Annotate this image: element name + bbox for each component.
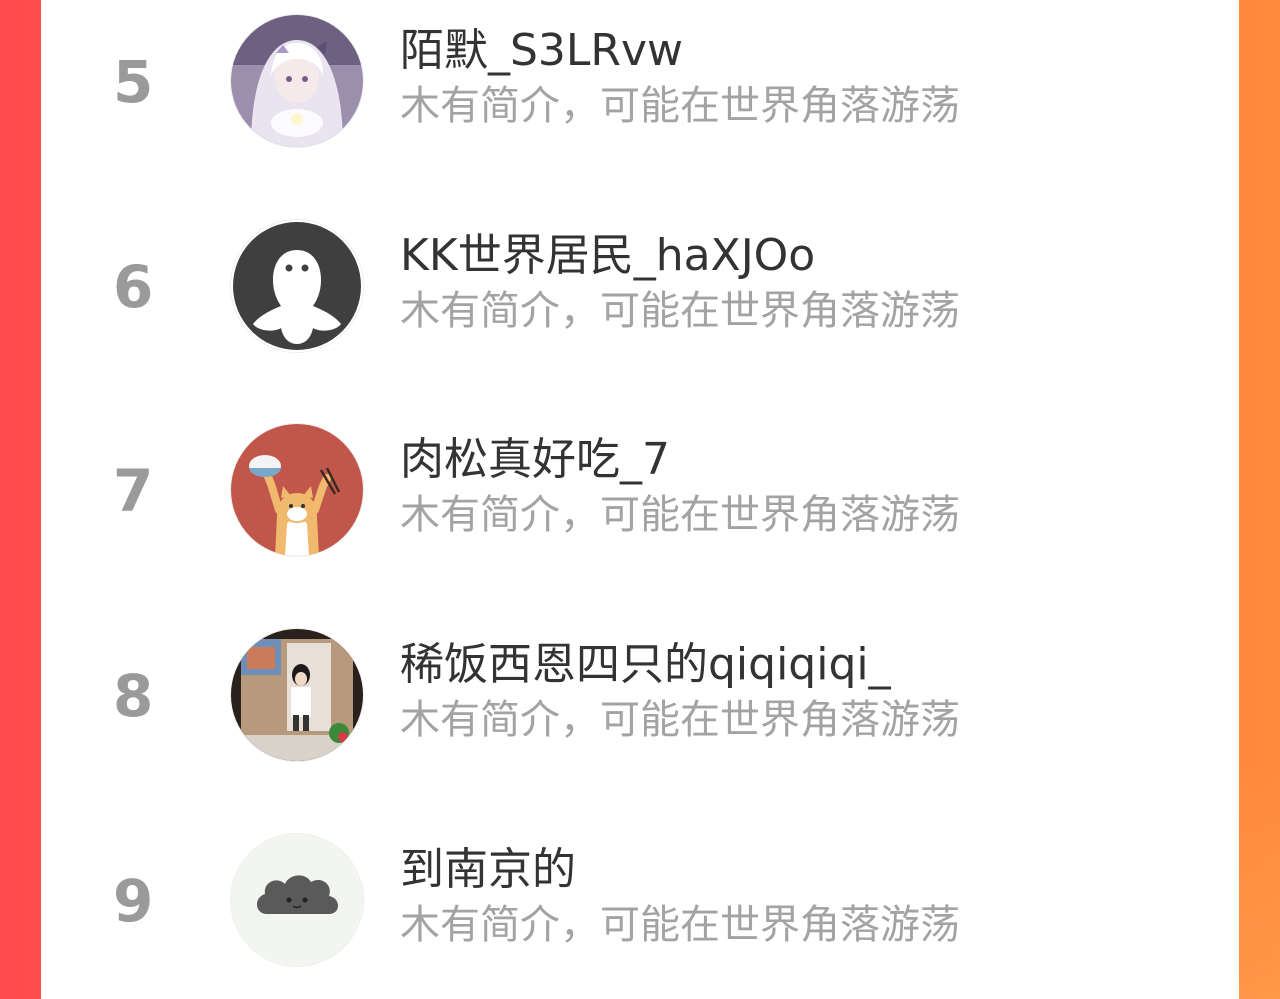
user-name[interactable]: 肉松真好吃_7 <box>400 433 670 487</box>
ranking-row[interactable]: 5 陌默_S3LRvw 木有简介，可能在世界角落游荡 <box>41 14 1239 164</box>
background-glow <box>1239 760 1280 999</box>
ranking-row[interactable]: 6 KK世界居民_haXJOo 木有简介，可能在世界角落游荡 <box>41 219 1239 369</box>
rank-number: 6 <box>113 253 154 321</box>
mirror-selfie-avatar-icon[interactable] <box>230 628 364 762</box>
ranking-list-panel: 5 陌默_S3LRvw 木有简介，可能在世界角落游荡 6 KK世界居民_haXJ… <box>41 0 1239 999</box>
rank-number: 7 <box>113 457 154 525</box>
rank-number: 8 <box>113 662 154 730</box>
user-description: 木有简介，可能在世界角落游荡 <box>400 492 960 538</box>
user-name[interactable]: 到南京的 <box>400 843 576 897</box>
ranking-row[interactable]: 9 到南京的 木有简介，可能在世界角落游荡 <box>41 833 1239 983</box>
gray-cloud-avatar-icon[interactable] <box>230 833 364 967</box>
user-name[interactable]: 陌默_S3LRvw <box>400 24 683 78</box>
anime-girl-avatar-icon[interactable] <box>230 14 364 148</box>
rank-number: 9 <box>113 867 154 935</box>
default-ghost-avatar-icon[interactable] <box>230 219 364 353</box>
ranking-row[interactable]: 8 稀饭西恩四只的qiqiqiqi_ 木有简介，可能在世界角落游荡 <box>41 628 1239 778</box>
user-description: 木有简介，可能在世界角落游荡 <box>400 697 960 743</box>
user-description: 木有简介，可能在世界角落游荡 <box>400 83 960 129</box>
rank-number: 5 <box>113 48 154 116</box>
user-name[interactable]: KK世界居民_haXJOo <box>400 229 815 283</box>
user-name[interactable]: 稀饭西恩四只的qiqiqiqi_ <box>400 638 891 692</box>
ranking-row[interactable]: 7 肉松真好吃_7 木有简介，可能在世界角落游荡 <box>41 423 1239 573</box>
cat-with-rice-bowl-avatar-icon[interactable] <box>230 423 364 557</box>
user-description: 木有简介，可能在世界角落游荡 <box>400 902 960 948</box>
user-description: 木有简介，可能在世界角落游荡 <box>400 288 960 334</box>
